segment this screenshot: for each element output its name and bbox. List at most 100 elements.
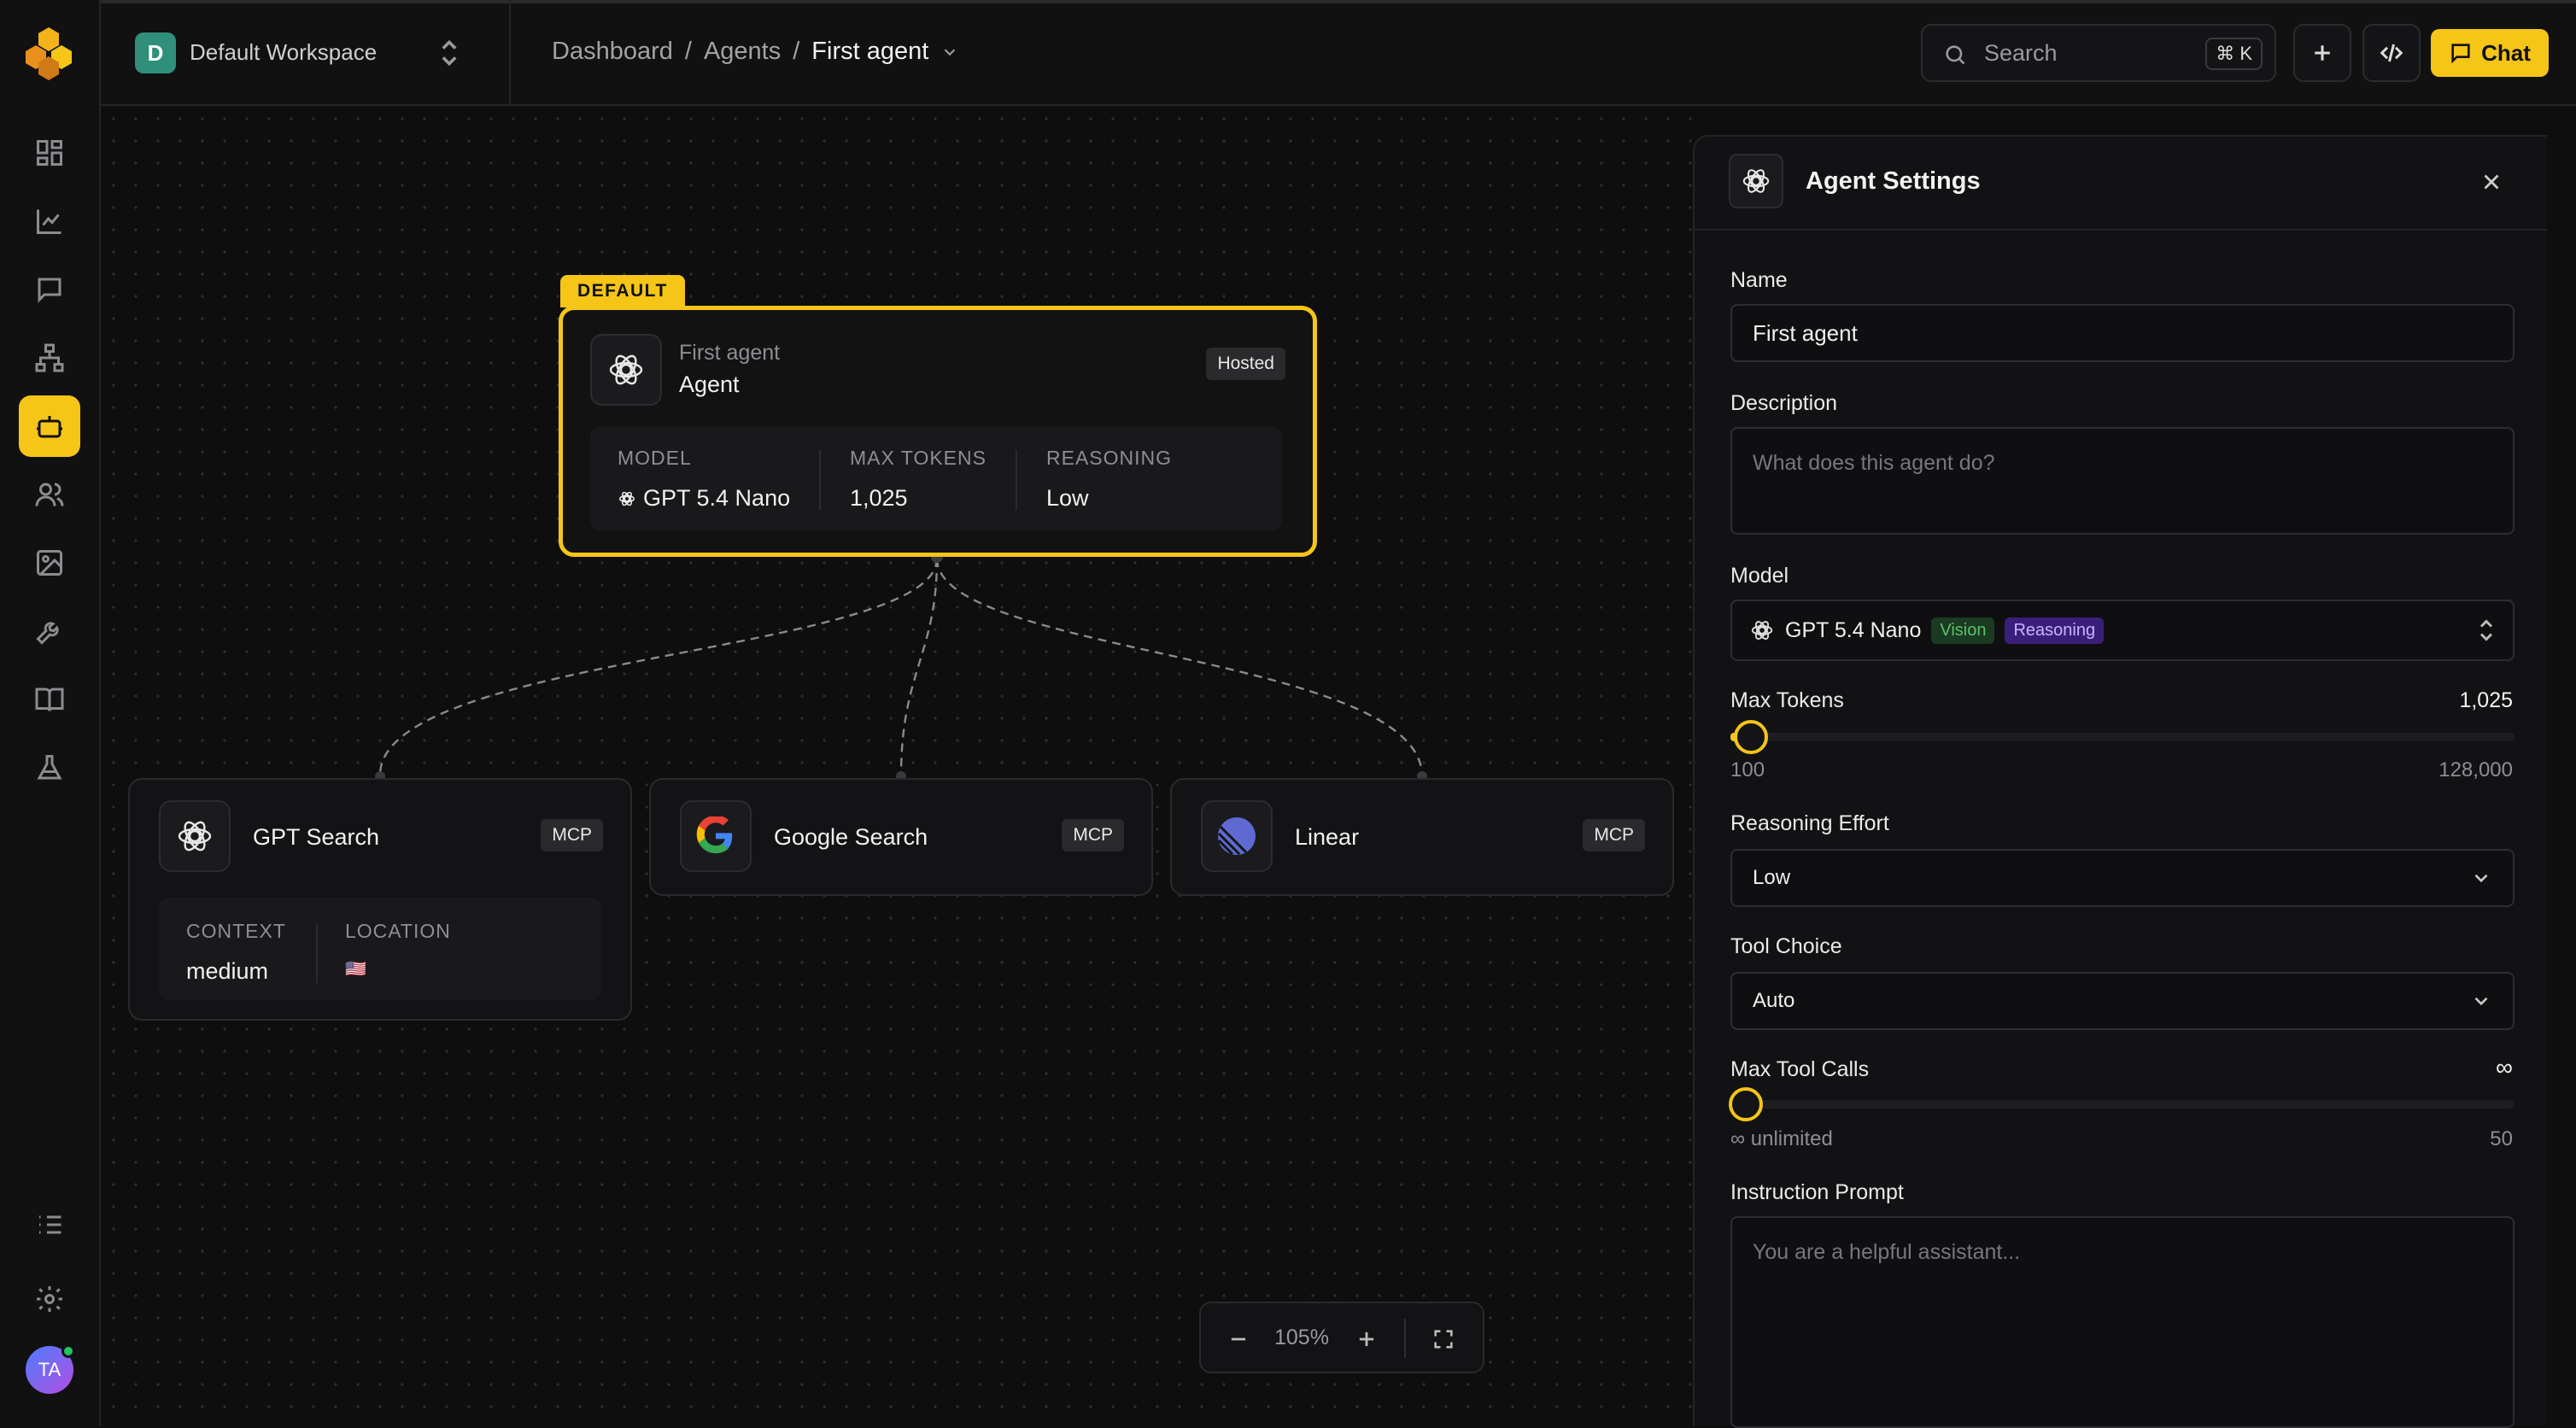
settings-gear-icon[interactable] — [19, 1268, 80, 1330]
avatar-initials: TA — [38, 1359, 61, 1380]
breadcrumb-dashboard[interactable]: Dashboard — [552, 38, 673, 66]
google-icon — [680, 800, 752, 872]
breadcrumb-current[interactable]: First agent — [811, 38, 928, 66]
linear-icon — [1201, 800, 1273, 872]
max-tool-calls-label: Max Tool Calls — [1730, 1057, 1870, 1081]
instruction-prompt-label: Instruction Prompt — [1730, 1180, 1904, 1204]
connector-linear — [935, 558, 1424, 777]
stat-model: MODEL GPT 5.4 Nano — [618, 447, 790, 512]
messages-nav-icon[interactable] — [19, 259, 80, 320]
tool-choice-label: Tool Choice — [1730, 934, 1842, 958]
name-label: Name — [1730, 268, 1788, 292]
mcp-badge: MCP — [1583, 819, 1645, 852]
instruction-prompt-field[interactable] — [1730, 1216, 2515, 1428]
max-tool-calls-slider-thumb[interactable] — [1729, 1087, 1763, 1121]
description-label: Description — [1730, 391, 1838, 415]
default-tag: DEFAULT — [560, 275, 685, 307]
model-select[interactable]: GPT 5.4 Nano Vision Reasoning — [1730, 600, 2515, 661]
agent-type: Agent — [679, 372, 740, 397]
app-logo[interactable] — [19, 24, 79, 84]
stat-label: LOCATION — [345, 920, 451, 942]
workspace-avatar: D — [135, 32, 176, 73]
add-button[interactable] — [2293, 24, 2351, 82]
description-field[interactable] — [1730, 427, 2515, 535]
zoom-level: 105% — [1274, 1326, 1329, 1349]
zoom-out-icon[interactable] — [1227, 1327, 1250, 1351]
openai-icon — [590, 334, 662, 406]
stat-label: MODEL — [618, 447, 692, 469]
breadcrumb-agents[interactable]: Agents — [704, 38, 781, 66]
model-value: GPT 5.4 Nano — [1785, 617, 1922, 642]
chat-button[interactable]: Chat — [2431, 29, 2549, 77]
chevron-up-down-icon — [442, 39, 457, 67]
code-icon — [2380, 44, 2403, 62]
openai-icon — [618, 491, 635, 506]
model-label: Model — [1730, 564, 1789, 588]
max-tool-calls-value: ∞ — [2496, 1054, 2513, 1080]
fit-view-icon[interactable] — [1431, 1327, 1455, 1351]
topbar-divider — [509, 0, 511, 106]
panel-header-divider — [1695, 229, 2547, 231]
chevron-down-icon — [2474, 997, 2488, 1006]
tool-node-linear[interactable]: Linear MCP — [1170, 778, 1674, 896]
dashboard-nav-icon[interactable] — [19, 122, 80, 184]
workflows-nav-icon[interactable] — [19, 327, 80, 389]
stat-value: GPT 5.4 Nano — [643, 485, 791, 511]
lab-nav-icon[interactable] — [19, 737, 80, 799]
agents-nav-icon[interactable] — [19, 395, 80, 457]
user-avatar[interactable]: TA — [26, 1344, 75, 1394]
sidebar: TA — [0, 0, 101, 1426]
max-tokens-slider-thumb[interactable] — [1734, 720, 1768, 754]
max-tool-calls-max: 50 — [2490, 1127, 2513, 1150]
agent-node[interactable]: First agent Agent Hosted MODEL GPT 5.4 N… — [559, 306, 1317, 557]
stat-label: CONTEXT — [186, 920, 286, 942]
stat-label: MAX TOKENS — [850, 447, 986, 469]
reasoning-tag: Reasoning — [2005, 617, 2105, 644]
mcp-badge: MCP — [1062, 819, 1124, 852]
zoom-divider — [1404, 1319, 1406, 1358]
code-view-button[interactable] — [2362, 24, 2421, 82]
zoom-in-icon[interactable] — [1355, 1327, 1379, 1351]
zoom-controls: 105% — [1199, 1302, 1484, 1373]
users-nav-icon[interactable] — [19, 464, 80, 525]
search-input[interactable] — [1982, 38, 2187, 68]
agent-settings-panel: Agent Settings Name First agent Descript… — [1693, 135, 2547, 1428]
reasoning-effort-select[interactable]: Low — [1730, 849, 2515, 907]
workspace-switcher[interactable]: D Default Workspace — [101, 0, 502, 106]
analytics-nav-icon[interactable] — [19, 190, 80, 252]
max-tokens-slider-track[interactable] — [1730, 733, 2515, 741]
search-shortcut-badge: ⌘ K — [2205, 38, 2263, 70]
images-nav-icon[interactable] — [19, 532, 80, 594]
close-icon[interactable] — [2479, 169, 2504, 195]
max-tokens-min: 100 — [1730, 758, 1765, 781]
stat-value: 🇺🇸 — [345, 960, 366, 979]
list-nav-icon[interactable] — [19, 1194, 80, 1255]
search-box[interactable]: ⌘ K — [1921, 24, 2276, 82]
flow-canvas[interactable]: DEFAULT First agent Agent Hosted MODEL G… — [102, 108, 1693, 1426]
tool-name: Google Search — [774, 824, 928, 850]
connector-google-search — [899, 558, 939, 777]
stat-value: Low — [1046, 485, 1089, 511]
max-tool-calls-min: ∞ unlimited — [1730, 1127, 1833, 1150]
search-icon — [1946, 45, 1965, 65]
max-tool-calls-slider-track[interactable] — [1730, 1100, 2515, 1109]
name-field[interactable]: First agent — [1730, 304, 2515, 362]
breadcrumb-separator: / — [684, 38, 692, 65]
tool-choice-select[interactable]: Auto — [1730, 972, 2515, 1030]
tool-node-gpt-search[interactable]: GPT Search MCP CONTEXT medium LOCATION 🇺… — [128, 778, 632, 1021]
chat-button-label: Chat — [2481, 39, 2531, 66]
mcp-badge: MCP — [541, 819, 603, 852]
openai-icon — [159, 800, 231, 872]
tool-node-google-search[interactable]: Google Search MCP — [649, 778, 1153, 896]
tools-nav-icon[interactable] — [19, 600, 80, 662]
docs-nav-icon[interactable] — [19, 669, 80, 730]
openai-icon — [1729, 154, 1783, 208]
agent-stats-panel: MODEL GPT 5.4 Nano MAX TOKENS 1,025 REAS… — [590, 426, 1282, 530]
openai-icon — [1751, 621, 1773, 640]
stat-label: REASONING — [1046, 447, 1173, 469]
reasoning-effort-label: Reasoning Effort — [1730, 811, 1889, 835]
agent-name: First agent — [679, 341, 781, 365]
chevron-down-icon[interactable] — [940, 43, 959, 61]
stat-value: 1,025 — [850, 485, 908, 511]
stat-divider — [316, 923, 318, 983]
